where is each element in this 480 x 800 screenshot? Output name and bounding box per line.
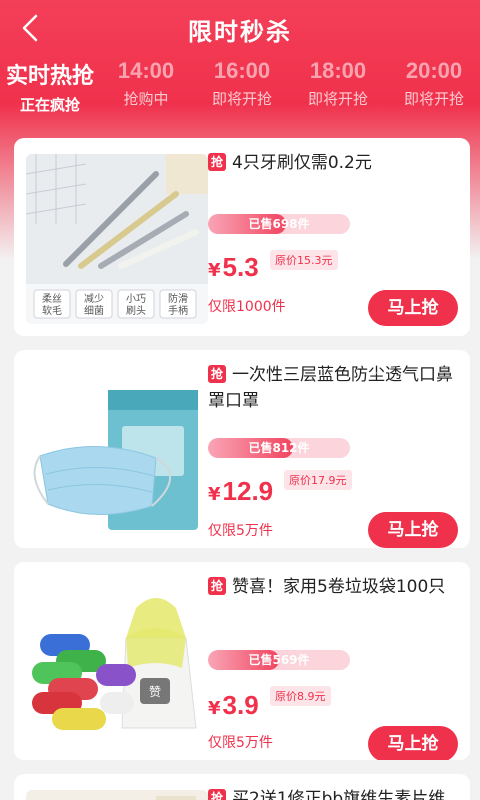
original-price: 原价17.9元 — [284, 470, 352, 490]
product-card[interactable]: 抢买2送1修正bb旗维生素片维生 — [14, 774, 470, 800]
thumb-label-2b: 细菌 — [84, 304, 104, 317]
price-value: 3.9 — [222, 690, 259, 720]
slot-status: 即将开抢 — [403, 90, 464, 108]
currency-symbol: ¥ — [208, 484, 221, 505]
thumb-label-4b: 手柄 — [168, 304, 188, 317]
slot-time: 20:00 — [405, 58, 463, 83]
sold-progress-bar: 已售698件 — [208, 214, 350, 234]
slot-time: 16:00 — [213, 58, 271, 83]
slot-status: 正在疯抢 — [19, 96, 80, 114]
buy-now-button[interactable]: 马上抢 — [368, 726, 458, 760]
product-title[interactable]: 抢一次性三层蓝色防尘透气口鼻罩口罩 — [208, 362, 458, 414]
page-title: 限时秒杀 — [188, 18, 292, 46]
product-card[interactable]: 抢一次性三层蓝色防尘透气口鼻罩口罩 已售812件 ¥12.9 原价17.9元 仅… — [14, 350, 470, 548]
time-slot-tabs: 实时热抢 正在疯抢 14:00 抢购中 16:00 即将开抢 18:00 即将开… — [0, 58, 480, 122]
product-image-toothbrush[interactable]: 柔丝 软毛 减少 细菌 小巧 刷头 防滑 手柄 — [26, 154, 208, 324]
sale-price: ¥12.9 — [208, 476, 273, 507]
slot-time: 实时热抢 — [5, 63, 94, 88]
original-price: 原价8.9元 — [270, 686, 331, 706]
sold-count: 已售812件 — [248, 441, 310, 455]
slot-status: 即将开抢 — [211, 90, 272, 108]
product-card[interactable]: 柔丝 软毛 减少 细菌 小巧 刷头 防滑 手柄 抢 4只牙刷仅需0.2元 已售69… — [14, 138, 470, 336]
price-value: 5.3 — [222, 252, 259, 282]
product-card[interactable]: 赞 抢赞喜！家用5卷垃圾袋100只 已售569件 ¥3.9 原价8.9元 仅限5… — [14, 562, 470, 760]
thumb-label-3: 小巧 — [126, 293, 146, 305]
stock-limit: 仅限5万件 — [208, 523, 273, 539]
slot-status: 即将开抢 — [307, 90, 368, 108]
product-name: 赞喜！家用5卷垃圾袋100只 — [232, 577, 446, 597]
thumb-label-4: 防滑 — [168, 292, 188, 305]
product-info: 抢一次性三层蓝色防尘透气口鼻罩口罩 已售812件 ¥12.9 原价17.9元 仅… — [208, 362, 458, 548]
grab-tag-icon: 抢 — [208, 789, 226, 800]
tab-2000[interactable]: 20:00 即将开抢 — [384, 58, 480, 109]
mask-image — [33, 390, 198, 530]
original-price: 原价15.3元 — [270, 250, 338, 270]
slot-status: 抢购中 — [123, 90, 169, 108]
slot-time: 18:00 — [309, 58, 367, 83]
sold-count: 已售698件 — [248, 217, 310, 231]
thumb-label-1b: 软毛 — [42, 304, 62, 317]
product-image-vitamin[interactable] — [26, 790, 208, 800]
stock-limit: 仅限5万件 — [208, 735, 273, 751]
buy-now-button[interactable]: 马上抢 — [368, 512, 458, 548]
product-title[interactable]: 抢 4只牙刷仅需0.2元 — [208, 150, 458, 176]
sale-price: ¥5.3 — [208, 252, 259, 283]
product-name: 4只牙刷仅需0.2元 — [232, 153, 372, 173]
price-value: 12.9 — [222, 476, 274, 506]
tab-1800[interactable]: 18:00 即将开抢 — [288, 58, 388, 109]
thumb-label-2: 减少 — [84, 293, 104, 305]
product-name: 一次性三层蓝色防尘透气口鼻罩口罩 — [208, 365, 453, 411]
tab-realtime[interactable]: 实时热抢 正在疯抢 — [0, 58, 100, 115]
sold-progress-bar: 已售569件 — [208, 650, 350, 670]
top-bar: 限时秒杀 — [0, 0, 480, 56]
grab-tag-icon: 抢 — [208, 577, 226, 595]
vitamin-image — [26, 790, 208, 800]
product-info: 抢 4只牙刷仅需0.2元 已售698件 ¥5.3 原价15.3元 仅限1000件 … — [208, 150, 458, 336]
buy-now-button[interactable]: 马上抢 — [368, 290, 458, 326]
sold-count: 已售569件 — [248, 653, 310, 667]
trash-bags-image: 赞 — [32, 598, 197, 730]
product-title[interactable]: 抢买2送1修正bb旗维生素片维生 — [208, 786, 458, 800]
stock-limit: 仅限1000件 — [208, 299, 286, 315]
grab-tag-icon: 抢 — [208, 365, 226, 383]
thumb-label-1: 柔丝 — [42, 293, 62, 305]
sold-progress-bar: 已售812件 — [208, 438, 350, 458]
slot-time: 14:00 — [117, 58, 175, 83]
tab-1400[interactable]: 14:00 抢购中 — [96, 58, 196, 109]
grab-tag-icon: 抢 — [208, 153, 226, 171]
sale-price: ¥3.9 — [208, 690, 259, 721]
product-info: 抢买2送1修正bb旗维生素片维生 — [208, 786, 458, 800]
product-name: 买2送1修正bb旗维生素片维生 — [232, 789, 446, 800]
product-image-mask[interactable] — [26, 366, 208, 536]
brand-stamp: 赞 — [149, 685, 161, 699]
toothbrush-image: 柔丝 软毛 减少 细菌 小巧 刷头 防滑 手柄 — [26, 154, 208, 324]
currency-symbol: ¥ — [208, 698, 221, 719]
currency-symbol: ¥ — [208, 260, 221, 281]
tab-1600[interactable]: 16:00 即将开抢 — [192, 58, 292, 109]
product-info: 抢赞喜！家用5卷垃圾袋100只 已售569件 ¥3.9 原价8.9元 仅限5万件… — [208, 574, 458, 760]
product-title[interactable]: 抢赞喜！家用5卷垃圾袋100只 — [208, 574, 458, 600]
product-image-trash-bags[interactable]: 赞 — [26, 578, 208, 748]
thumb-label-3b: 刷头 — [126, 305, 146, 317]
